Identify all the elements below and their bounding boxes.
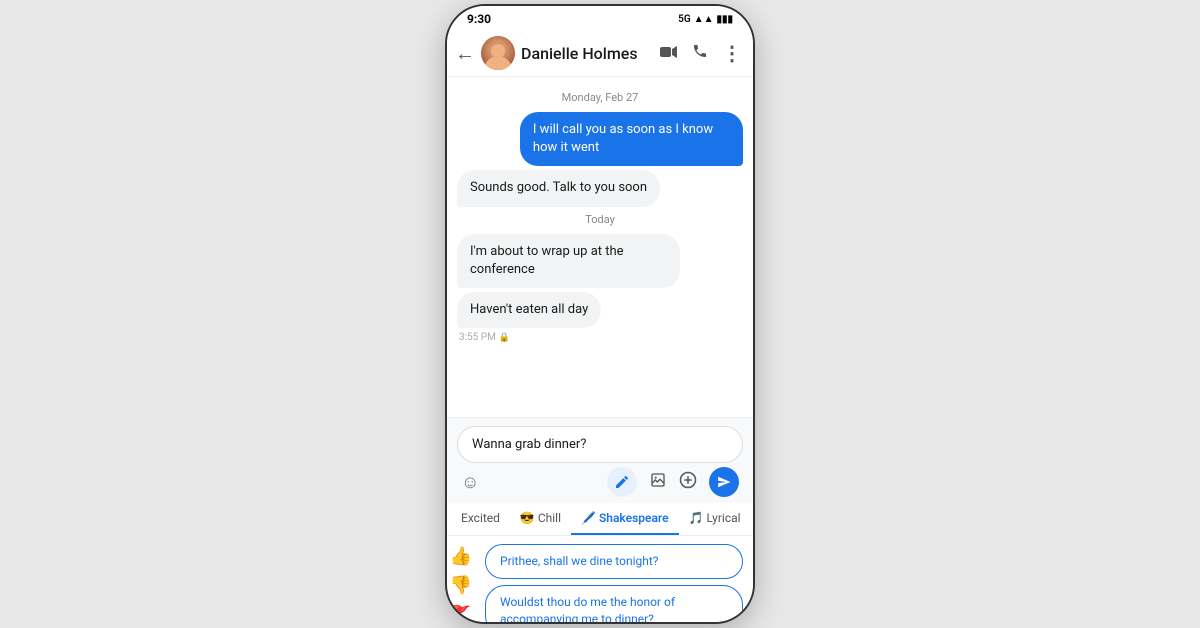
message-row-sent-1: I will call you as soon as I know how it… [457, 112, 743, 166]
input-area: Wanna grab dinner? ☺ [447, 417, 753, 503]
status-bar: 9:30 5G ▲▲ ▮▮▮ [447, 6, 753, 30]
suggestions-area: Prithee, shall we dine tonight? Wouldst … [475, 536, 753, 624]
bubble-received-1: Sounds good. Talk to you soon [457, 170, 660, 206]
battery-icon: ▮▮▮ [716, 14, 733, 25]
suggestion-1[interactable]: Prithee, shall we dine tonight? [485, 544, 743, 579]
message-time: 3:55 PM 🔒 [459, 332, 743, 343]
tab-shakespeare[interactable]: 🖊️ Shakespeare [571, 503, 679, 535]
thumbs-down-button[interactable]: 👎 [450, 575, 472, 596]
magic-compose-button[interactable] [607, 467, 637, 497]
image-button[interactable] [649, 472, 667, 492]
more-options-icon[interactable]: ⋮ [722, 41, 743, 65]
message-row-received-3: Haven't eaten all day [457, 292, 743, 328]
header: ← Danielle Holmes ⋮ [447, 30, 753, 77]
input-toolbar: ☺ [457, 467, 743, 497]
avatar-image [481, 36, 515, 70]
phone-frame: 9:30 5G ▲▲ ▮▮▮ ← Danielle Holmes [445, 4, 755, 624]
suggestions-wrapper: 👍 👎 🚩 Prithee, shall we dine tonight? Wo… [447, 536, 753, 624]
lock-icon: 🔒 [499, 333, 510, 343]
input-text: Wanna grab dinner? [472, 437, 586, 452]
thumbs-up-button[interactable]: 👍 [450, 546, 472, 567]
suggestions-tabs: Excited 😎 Chill 🖊️ Shakespeare 🎵 Lyrical… [447, 503, 753, 536]
message-row-received-1: Sounds good. Talk to you soon [457, 170, 743, 206]
bubble-received-2: I'm about to wrap up at the conference [457, 234, 680, 288]
tab-lyrical[interactable]: 🎵 Lyrical [679, 503, 751, 535]
bubble-received-3: Haven't eaten all day [457, 292, 601, 328]
avatar[interactable] [481, 36, 515, 70]
tab-for[interactable]: For... [751, 503, 753, 535]
voice-call-icon[interactable] [692, 43, 708, 63]
bubble-sent-1: I will call you as soon as I know how it… [520, 112, 743, 166]
back-button[interactable]: ← [455, 43, 475, 63]
chat-body: Monday, Feb 27 I will call you as soon a… [447, 77, 753, 417]
emoji-button[interactable]: ☺ [461, 472, 479, 493]
tab-chill[interactable]: 😎 Chill [510, 503, 571, 535]
video-call-icon[interactable] [660, 44, 678, 63]
message-row-received-2: I'm about to wrap up at the conference [457, 234, 743, 288]
suggestion-2[interactable]: Wouldst thou do me the honor of accompan… [485, 585, 743, 624]
flag-button[interactable]: 🚩 [451, 604, 471, 623]
side-actions: 👍 👎 🚩 [447, 536, 475, 624]
tab-excited[interactable]: Excited [451, 503, 510, 535]
send-button[interactable] [709, 467, 739, 497]
status-icons: 5G ▲▲ ▮▮▮ [678, 14, 733, 25]
status-time: 9:30 [467, 12, 491, 26]
date-label-monday: Monday, Feb 27 [457, 91, 743, 104]
contact-name[interactable]: Danielle Holmes [521, 44, 654, 63]
signal-icon: 5G [678, 14, 691, 25]
header-icons: ⋮ [660, 41, 743, 65]
wifi-icon: ▲▲ [694, 14, 714, 25]
add-button[interactable] [679, 471, 697, 493]
message-input[interactable]: Wanna grab dinner? [457, 426, 743, 463]
date-label-today: Today [457, 213, 743, 226]
input-icons-right [607, 467, 739, 497]
